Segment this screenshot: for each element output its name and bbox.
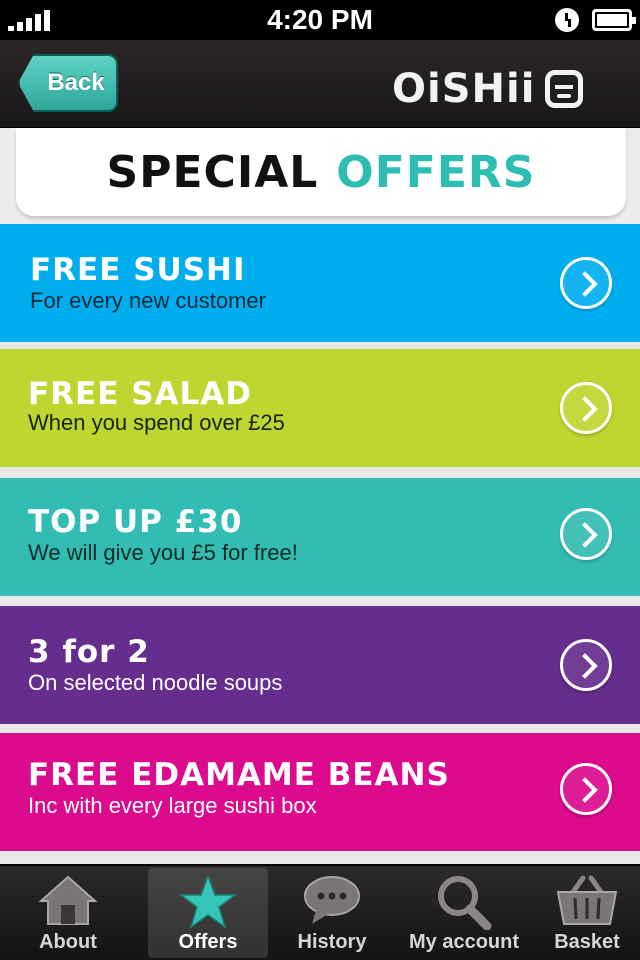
basket-icon — [556, 875, 618, 925]
logo-text: OiSHii — [392, 66, 536, 112]
tab-label: Basket — [554, 931, 620, 953]
page-title-part2: OFFERS — [336, 146, 536, 198]
offer-title: FREE EDAMAME BEANS — [28, 757, 450, 793]
offer-item-free-sushi[interactable]: FREE SUSHI For every new customer — [0, 224, 640, 342]
offer-subtitle: For every new customer — [30, 288, 266, 313]
offer-item-free-edamame[interactable]: FREE EDAMAME BEANS Inc with every large … — [0, 733, 640, 851]
offer-item-3-for-2[interactable]: 3 for 2 On selected noodle soups — [0, 606, 640, 724]
logo: OiSHii — [392, 66, 584, 112]
star-icon — [178, 874, 238, 929]
offer-subtitle: Inc with every large sushi box — [28, 793, 317, 818]
search-icon — [438, 876, 492, 930]
page-title-part1: SPECIAL — [106, 146, 319, 198]
tab-label: My account — [408, 931, 520, 953]
tab-my-account[interactable]: My account — [404, 868, 524, 958]
offer-title: TOP UP £30 — [28, 504, 243, 540]
chevron-right-icon[interactable] — [560, 763, 612, 815]
bento-box-icon — [545, 70, 584, 108]
status-bar: 4:20 PM — [0, 0, 640, 40]
tab-label: About — [39, 931, 97, 953]
offer-item-free-salad[interactable]: FREE SALAD When you spend over £25 — [0, 349, 640, 467]
speech-bubble-icon — [304, 876, 360, 924]
tab-offers[interactable]: Offers — [148, 868, 268, 958]
battery-icon — [592, 9, 636, 31]
tab-label: Offers — [178, 931, 238, 953]
tab-basket[interactable]: Basket — [527, 868, 640, 958]
offer-item-top-up[interactable]: TOP UP £30 We will give you £5 for free! — [0, 478, 640, 596]
navigation-bar: Back OiSHii — [0, 40, 640, 128]
tab-label: History — [297, 931, 367, 953]
chevron-right-icon[interactable] — [560, 382, 612, 434]
chevron-right-icon[interactable] — [560, 508, 612, 560]
offer-title: FREE SUSHI — [30, 252, 246, 288]
chevron-right-icon[interactable] — [560, 639, 612, 691]
alarm-icon — [555, 8, 579, 32]
offer-title: FREE SALAD — [28, 376, 252, 412]
offer-subtitle: When you spend over £25 — [28, 410, 285, 435]
offer-title: 3 for 2 — [28, 634, 150, 670]
home-icon — [38, 875, 98, 925]
tab-history[interactable]: History — [272, 868, 392, 958]
offer-subtitle: On selected noodle soups — [28, 670, 283, 695]
back-button[interactable]: Back — [18, 54, 118, 112]
title-area: SPECIAL OFFERS — [0, 128, 640, 224]
tab-bar: About Offers History My account Basket — [0, 864, 640, 960]
tab-about[interactable]: About — [8, 868, 128, 958]
offer-subtitle: We will give you £5 for free! — [28, 540, 298, 565]
back-button-label: Back — [47, 69, 105, 96]
page-title: SPECIAL OFFERS — [16, 128, 626, 216]
chevron-right-icon[interactable] — [560, 257, 612, 309]
status-time: 4:20 PM — [267, 4, 373, 35]
